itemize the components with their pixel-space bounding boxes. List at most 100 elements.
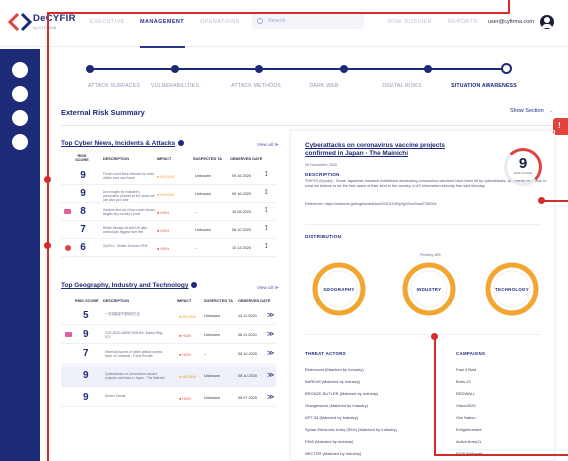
open-icon[interactable]: ≫ xyxy=(267,393,274,401)
expand-icon[interactable]: ⟟ xyxy=(265,225,268,233)
news-card-title[interactable]: Top Cyber News, Incidents & Attacks xyxy=(61,140,185,147)
threat-actor-item[interactable]: Orangeworm (Matched by Industry) xyxy=(305,403,368,408)
threat-actor-item[interactable]: BRONZE BUTLER (Matched by Industry) xyxy=(305,391,378,396)
campaign-item[interactable]: Enlightenment xyxy=(456,427,482,432)
step-dot[interactable] xyxy=(171,65,179,73)
nav-management[interactable]: MANAGEMENT xyxy=(140,19,184,25)
campaign-item[interactable]: Boris 22 xyxy=(456,379,471,384)
nav-risk-dossier[interactable]: RISK DOSSIER xyxy=(388,19,432,25)
row-description: British Airways hit with UK data watchdo… xyxy=(103,226,147,235)
annotation-marker xyxy=(44,242,51,249)
alert-tab-icon[interactable] xyxy=(553,118,568,135)
column-header-impact: IMPACT xyxy=(177,299,192,303)
suspected-ta: Unknown xyxy=(195,228,211,232)
divider xyxy=(61,125,559,126)
impact-badge: MEDIUM xyxy=(157,174,174,179)
threat-actor-item[interactable]: BARIUM (Matched by Industry) xyxy=(305,379,360,384)
column-header-observed-date: OBSERVED DATE xyxy=(230,157,263,161)
open-icon[interactable]: ≫ xyxy=(267,371,274,379)
threat-actor-item[interactable]: FIN8 (Matched by Industry) xyxy=(305,439,353,444)
table-row[interactable]: 9 Dev images for malware's personalize p… xyxy=(61,185,276,203)
top-bar: DeCYFIR by CYFIRMA EXECUTIVE MANAGEMENT … xyxy=(0,0,568,48)
impact-badge: HIGH xyxy=(179,352,190,357)
user-email[interactable]: user@cyfirma.com xyxy=(488,19,534,25)
table-row[interactable]: 6 ZyXELs - Hidden Devices OPM HIGH -- 10… xyxy=(61,239,276,257)
news-view-all-link[interactable]: View all ≫ xyxy=(257,142,279,148)
row-description: CVE-2020-16898 DNSHAX: Bubba Ring ICS xyxy=(105,331,163,340)
campaign-item[interactable]: Vision2020 xyxy=(456,403,476,408)
step-dot[interactable] xyxy=(86,65,94,73)
search-placeholder: Search xyxy=(268,18,286,24)
info-icon[interactable] xyxy=(191,282,198,289)
table-row[interactable]: 5 一天突破量子密码的方法 MEDIUM Unknown 14 11 2020 … xyxy=(61,306,276,325)
expand-icon[interactable]: ⟟ xyxy=(265,207,268,215)
table-row[interactable]: 7 British Airways hit with UK data watch… xyxy=(61,221,276,239)
table-row-selected[interactable]: 9 Cyberattacks on coronavirus vaccine pr… xyxy=(61,366,276,387)
table-row[interactable]: 9 CVE-2020-16898 DNSHAX: Bubba Ring ICS … xyxy=(61,325,276,344)
search-icon xyxy=(257,18,263,24)
search-input[interactable]: Search xyxy=(252,13,364,29)
threat-actor-item[interactable]: APT-33 (Matched by Industry) xyxy=(305,415,358,420)
step-dark-web[interactable]: DARK WEB xyxy=(284,83,364,89)
info-icon[interactable] xyxy=(178,140,185,147)
geo-view-all-link[interactable]: View all ≫ xyxy=(257,285,279,291)
article-reference[interactable]: Reference: https://mainichi.jp/english/a… xyxy=(305,202,437,206)
row-description: Hackers test out of two codes shows targ… xyxy=(103,208,155,217)
threat-actor-item[interactable]: Syrian Electronic Army (SEA) (Matched by… xyxy=(305,427,397,432)
open-icon[interactable]: ≫ xyxy=(267,330,274,338)
avatar[interactable] xyxy=(540,15,554,29)
article-date: 26 November 2020 xyxy=(305,163,338,167)
table-row[interactable]: 9 Drivers Dende HIGH Unknown 08 07 2020 … xyxy=(61,388,276,407)
rail-item-icon[interactable] xyxy=(12,110,28,126)
annotation-line xyxy=(434,454,568,456)
expand-icon[interactable]: ⟟ xyxy=(265,243,268,251)
impact-badge: HIGH xyxy=(157,210,168,215)
suspected-ta: Unknown xyxy=(195,174,211,178)
show-section-dropdown[interactable]: Show Section ⌄ xyxy=(510,108,554,114)
brand-logo-icon xyxy=(8,12,32,32)
column-header-suspected-ta: SUSPECTED TA xyxy=(204,299,234,303)
view-all-label: View all xyxy=(257,142,273,147)
step-digital-risks[interactable]: DIGITAL RISKS xyxy=(362,83,442,89)
geo-card-title[interactable]: Top Geography, Industry and Technology xyxy=(61,282,198,289)
campaign-item[interactable]: Owl Nation xyxy=(456,415,476,420)
nav-operations[interactable]: OPERATIONS xyxy=(200,19,240,25)
threat-actor-item[interactable]: Elderwood (Matched by Industry) xyxy=(305,367,364,372)
risk-score-label: RISK SCORE xyxy=(513,171,533,175)
campaign-item[interactable]: Fast 4 Bold xyxy=(456,367,476,372)
nav-reports[interactable]: REPORTS xyxy=(448,19,477,25)
nav-executive[interactable]: EXECUTIVE xyxy=(90,19,125,25)
row-description: Electrical source of netter default acce… xyxy=(105,350,163,359)
open-icon[interactable]: ≫ xyxy=(267,349,274,357)
open-icon[interactable]: ≫ xyxy=(267,311,274,319)
stepper-track xyxy=(88,68,506,70)
observed-date: 14 11 2020 xyxy=(238,314,257,318)
rail-item-icon[interactable] xyxy=(12,86,28,102)
step-dot-current[interactable] xyxy=(501,63,512,74)
observed-date: 10 08 2020 xyxy=(232,210,252,214)
suspected-ta: -- xyxy=(195,246,198,250)
step-dot[interactable] xyxy=(255,65,263,73)
rail-item-icon[interactable] xyxy=(12,134,28,150)
table-row[interactable]: 9 French court fines Neuman for multi-mi… xyxy=(61,167,276,185)
campaign-item[interactable]: Active Army11 xyxy=(456,439,481,444)
table-row[interactable]: 7 Electrical source of netter default ac… xyxy=(61,344,276,365)
campaign-item[interactable]: REDWALL xyxy=(456,391,475,396)
step-dot[interactable] xyxy=(340,65,348,73)
suspected-ta: Unknown xyxy=(204,333,220,337)
expand-icon[interactable]: ⟟ xyxy=(265,171,268,179)
impact-badge: MEDIUM xyxy=(157,192,174,197)
article-title[interactable]: Cyberattacks on coronavirus vaccine proj… xyxy=(305,142,465,158)
threat-actor-item[interactable]: NECTER (Matched by Industry) xyxy=(305,451,361,456)
step-situation-awareness[interactable]: SITUATION AWARENESS xyxy=(434,83,534,89)
table-row[interactable]: 8 Hackers test out of two codes shows ta… xyxy=(61,203,276,221)
step-vulnerabilities[interactable]: VULNERABILITIES xyxy=(135,83,215,89)
row-description: French court fines Neuman for multi-mill… xyxy=(103,172,155,181)
chevron-down-icon: ⌄ xyxy=(549,108,554,114)
step-dot[interactable] xyxy=(424,65,432,73)
risk-score: 8 xyxy=(80,206,86,217)
rail-item-icon[interactable] xyxy=(12,62,28,78)
news-card-title-text: Top Cyber News, Incidents & Attacks xyxy=(61,140,176,147)
expand-icon[interactable]: ⟟ xyxy=(265,189,268,197)
observed-date: 08 11 2020 xyxy=(238,333,257,337)
